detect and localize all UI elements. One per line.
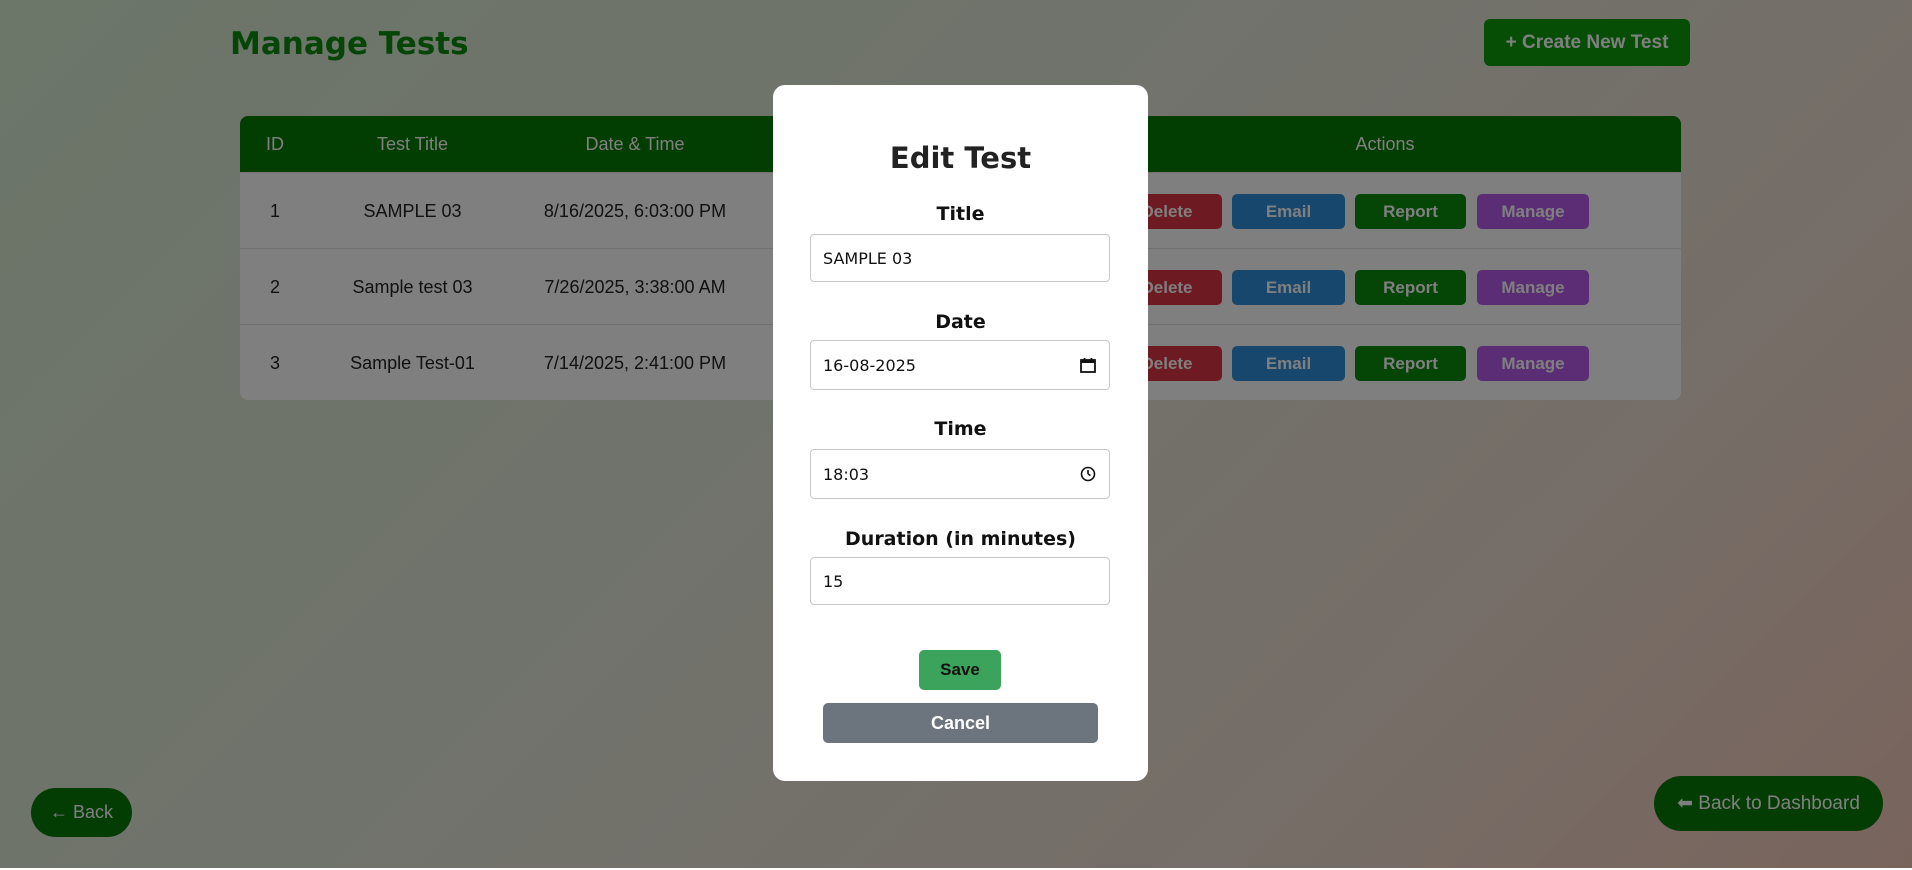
time-label: Time	[934, 418, 987, 440]
title-label: Title	[936, 203, 985, 225]
time-input[interactable]: 18:03	[810, 449, 1110, 499]
duration-label: Duration (in minutes)	[845, 528, 1076, 550]
date-label: Date	[935, 311, 986, 333]
time-input-value: 18:03	[823, 464, 870, 484]
duration-input[interactable]: 15	[810, 557, 1110, 605]
title-input-value: SAMPLE 03	[823, 248, 913, 268]
calendar-icon[interactable]	[1079, 356, 1097, 374]
save-button[interactable]: Save	[919, 650, 1001, 690]
date-input-value: 16-08-2025	[823, 355, 916, 375]
modal-title: Edit Test	[889, 141, 1032, 175]
clock-icon[interactable]	[1079, 465, 1097, 483]
edit-test-modal: Edit Test Title SAMPLE 03 Date 16-08-202…	[773, 85, 1148, 781]
date-input[interactable]: 16-08-2025	[810, 340, 1110, 390]
cancel-button[interactable]: Cancel	[823, 703, 1098, 743]
duration-input-value: 15	[823, 571, 844, 591]
title-input[interactable]: SAMPLE 03	[810, 234, 1110, 282]
